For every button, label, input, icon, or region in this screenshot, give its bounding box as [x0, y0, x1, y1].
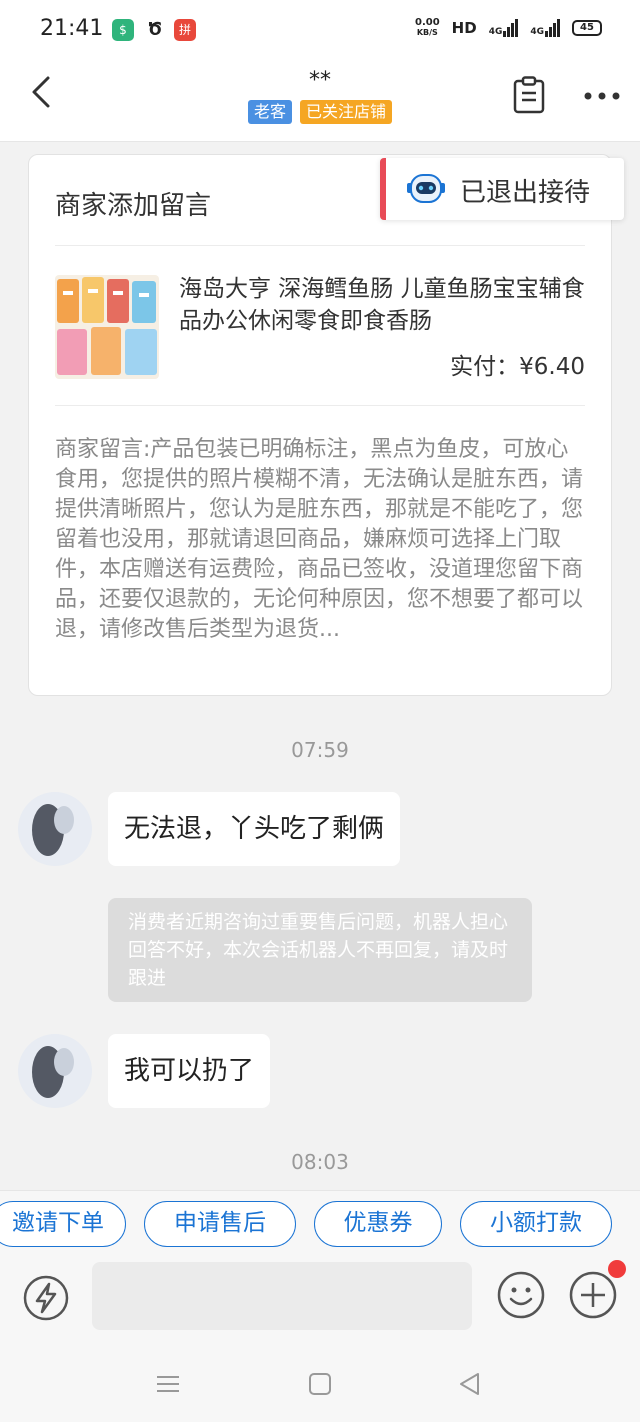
signal-label-2: 4G [530, 27, 544, 37]
signal-icon-2: 4G [530, 19, 560, 37]
exited-reception-label: 已退出接待 [460, 178, 591, 208]
product-thumbnail[interactable] [55, 275, 159, 379]
chat-timestamp: 08:03 [291, 1150, 349, 1174]
net-speed-unit: KB/S [416, 28, 438, 37]
divider [55, 405, 585, 406]
robot-icon [407, 174, 445, 203]
status-right: 0.00 KB/S HD 4G 4G 45 [415, 18, 602, 38]
merchant-message-text: 商家留言:产品包装已明确标注，黑点为鱼皮，可放心食用，您提供的照片模糊不清，无法… [55, 437, 584, 642]
customer-message[interactable]: 无法退，丫头吃了剩俩 [108, 792, 401, 866]
apply-after-sale-button[interactable]: 申请售后 [144, 1201, 296, 1247]
message-input[interactable] [92, 1262, 472, 1330]
quick-actions-bar: 邀请下单 申请售后 优惠券 小额打款 [0, 1190, 640, 1256]
small-payment-button[interactable]: 小额打款 [460, 1201, 612, 1247]
chat-timestamp: 07:59 [291, 738, 349, 762]
battery-icon: 45 [572, 20, 602, 36]
invite-order-button[interactable]: 邀请下单 [0, 1201, 126, 1247]
menu-icon[interactable] [154, 1370, 182, 1398]
cat-app-icon: Ծ [144, 19, 166, 41]
home-icon[interactable] [306, 1370, 334, 1398]
avatar[interactable] [18, 792, 92, 866]
merchant-message-card: 商家添加留言 海岛大亨 深海鳕鱼肠 儿童鱼肠宝宝辅食品办公休闲零食即食香肠 实付… [28, 154, 612, 696]
signal-label: 4G [488, 27, 503, 37]
hd-indicator: HD [451, 19, 477, 37]
shield-app-icon: $ [112, 19, 134, 41]
lightning-icon[interactable] [22, 1274, 70, 1322]
returning-customer-tag: 老客 [247, 100, 292, 124]
emoji-icon[interactable] [496, 1270, 546, 1320]
input-bar [0, 1256, 640, 1352]
card-title: 商家添加留言 [55, 191, 212, 221]
notification-dot [608, 1260, 626, 1278]
back-nav-icon[interactable] [456, 1370, 484, 1398]
customer-message[interactable]: 我可以扔了 [108, 1034, 271, 1108]
signal-icon: 4G [489, 19, 519, 37]
product-name[interactable]: 海岛大亨 深海鳕鱼肠 儿童鱼肠宝宝辅食品办公休闲零食即食香肠 [179, 273, 589, 337]
exited-reception-badge[interactable]: 已退出接待 [380, 158, 624, 220]
net-speed-value: 0.00 [414, 17, 440, 28]
divider [55, 245, 585, 246]
shop-app-icon: 拼 [174, 19, 196, 41]
plus-icon[interactable] [568, 1270, 618, 1320]
coupon-button[interactable]: 优惠券 [314, 1201, 442, 1247]
followed-store-tag: 已关注店铺 [300, 100, 393, 124]
nav-bar: ** 老客 已关注店铺 [0, 62, 640, 142]
system-nav-bar [0, 1352, 640, 1422]
more-icon[interactable] [582, 84, 622, 108]
system-notice: 消费者近期咨询过重要售后问题，机器人担心回答不好，本次会话机器人不再回复，请及时… [108, 898, 532, 1002]
status-time: 21:41 [40, 16, 104, 41]
clipboard-icon[interactable] [512, 76, 546, 114]
status-bar: 21:41 $ Ծ 拼 0.00 KB/S HD 4G 4G 45 [0, 0, 640, 62]
net-speed: 0.00 KB/S [415, 18, 440, 38]
product-price: 实付：¥6.40 [450, 354, 585, 380]
avatar[interactable] [18, 1034, 92, 1108]
